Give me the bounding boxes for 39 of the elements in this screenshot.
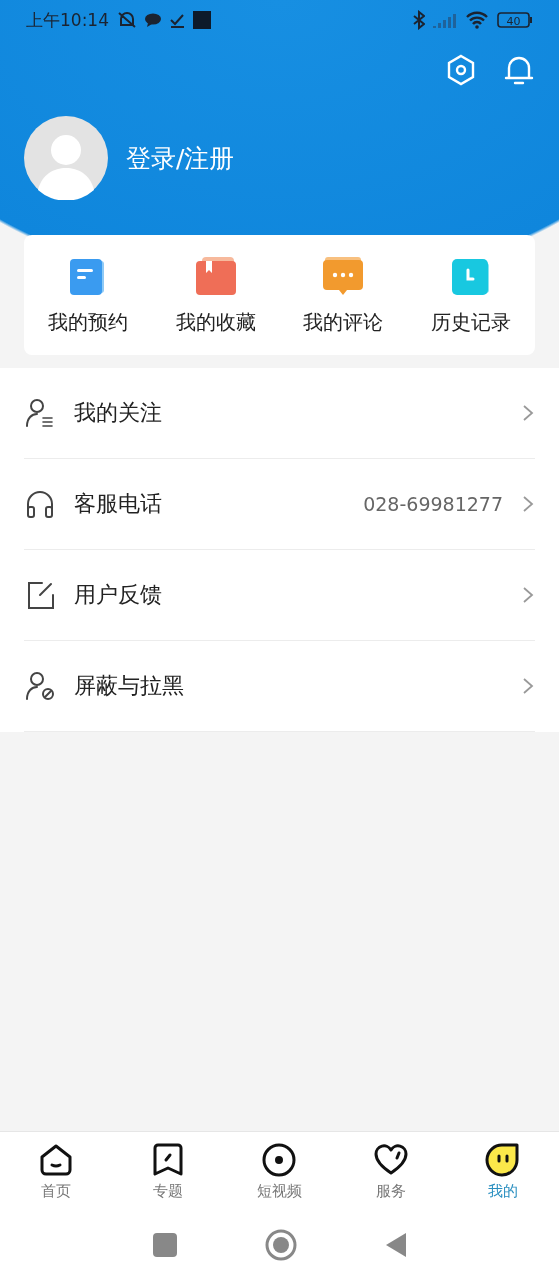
- quick-action-label[interactable]: 我的收藏: [175, 308, 256, 336]
- back-button[interactable]: [384, 1232, 407, 1258]
- notification-bell-icon[interactable]: [503, 54, 535, 86]
- chevron-right-icon: [521, 676, 535, 696]
- signal-icon: [433, 12, 457, 28]
- menu-item-label[interactable]: 客服电话: [74, 489, 346, 519]
- tab[interactable]: 我的: [447, 1132, 559, 1210]
- recents-button[interactable]: [152, 1233, 177, 1257]
- play-circle-icon: [261, 1141, 298, 1178]
- phone-number: 028-69981277: [363, 493, 503, 515]
- chevron-right-icon: [521, 585, 535, 605]
- status-time: 上午10:14: [26, 8, 109, 32]
- settings-icon[interactable]: [445, 54, 477, 86]
- menu-item-label[interactable]: 用户反馈: [74, 580, 503, 610]
- avatar[interactable]: [24, 116, 108, 200]
- bluetooth-icon: [413, 10, 425, 30]
- battery-icon: 40: [497, 11, 533, 29]
- square-icon: [193, 11, 211, 29]
- menu-item-label[interactable]: 屏蔽与拉黑: [74, 671, 503, 701]
- user-list-icon: [24, 397, 56, 429]
- home-button[interactable]: [264, 1229, 297, 1261]
- quick-action-label[interactable]: 历史记录: [431, 308, 512, 336]
- chevron-right-icon: [521, 403, 535, 423]
- tab[interactable]: 专题: [111, 1132, 224, 1210]
- login-link[interactable]: 登录/注册: [126, 141, 235, 175]
- wifi-icon: [465, 11, 489, 29]
- chat-icon: [145, 13, 161, 27]
- check-icon: [169, 12, 185, 28]
- muted-bell-icon: [117, 11, 137, 29]
- smiley-icon: [485, 1141, 522, 1178]
- tab[interactable]: 短视频: [223, 1132, 336, 1210]
- quick-action-label[interactable]: 我的预约: [47, 308, 128, 336]
- headphones-icon: [24, 488, 56, 520]
- tab[interactable]: 首页: [0, 1132, 112, 1210]
- tab[interactable]: 服务: [335, 1132, 448, 1210]
- user-block-icon: [24, 670, 56, 702]
- chevron-right-icon: [521, 494, 535, 514]
- menu-item-label[interactable]: 我的关注: [74, 398, 503, 428]
- quick-action-label[interactable]: 我的评论: [303, 308, 384, 336]
